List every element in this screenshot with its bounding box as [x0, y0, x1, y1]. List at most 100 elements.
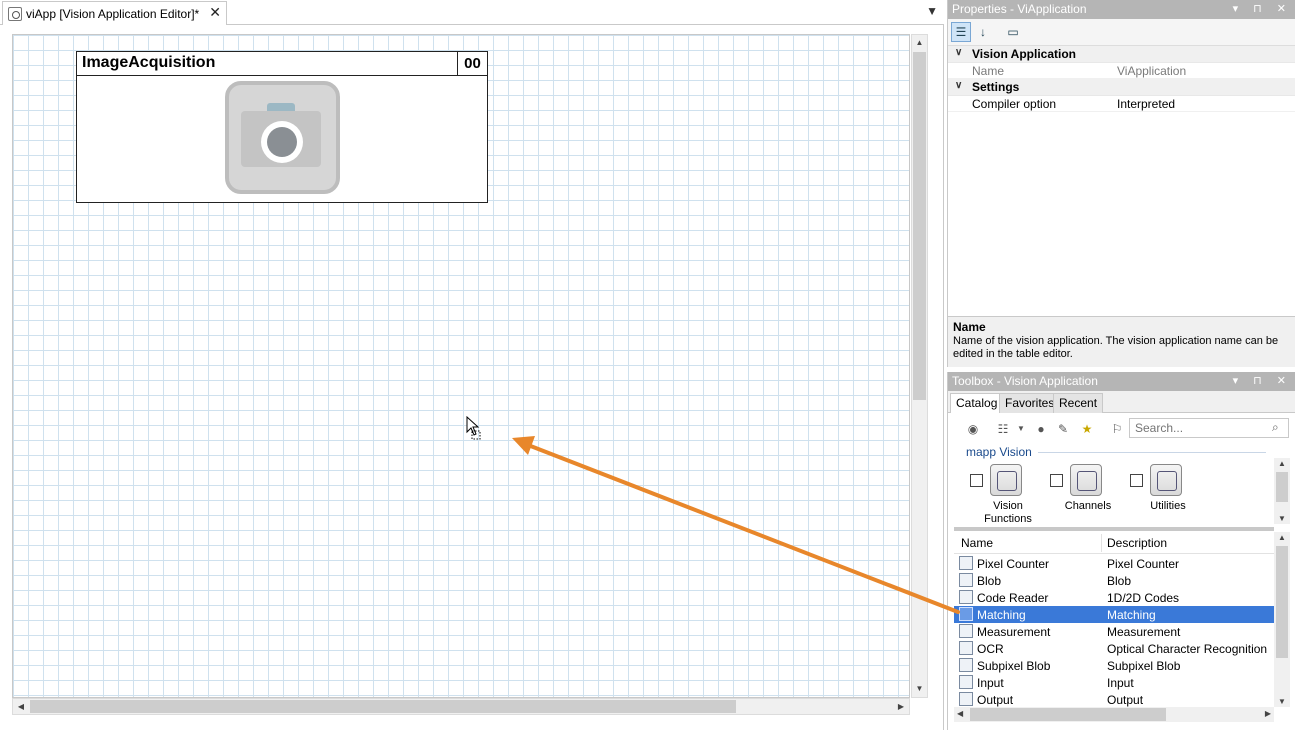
vision-application-editor: viApp [Vision Application Editor]* ✕ ▼ I… — [0, 0, 944, 730]
catalog-item-utilities[interactable]: Utilities — [1130, 464, 1206, 526]
sort-alphabetical-icon[interactable]: ↓ — [973, 22, 993, 42]
scroll-left-icon[interactable]: ◀ — [13, 699, 29, 714]
scroll-thumb[interactable] — [1276, 472, 1288, 502]
scroll-right-icon[interactable]: ▶ — [1265, 709, 1271, 718]
chevron-down-icon[interactable]: ∨ — [955, 80, 962, 91]
chevron-down-icon[interactable]: ▼ — [1012, 420, 1030, 438]
clear-filter-icon[interactable]: ⚐ — [1108, 420, 1126, 438]
checkbox[interactable] — [1050, 474, 1063, 487]
panel-controls[interactable]: ▾ ⊓ ✕ — [1233, 0, 1292, 19]
canvas-horizontal-scrollbar[interactable]: ◀ ▶ — [12, 698, 910, 715]
property-row-name[interactable]: Name ViApplication — [948, 63, 1295, 79]
camera-filter-icon[interactable]: ◉ — [964, 420, 982, 438]
editor-canvas[interactable]: ImageAcquisition 00 — [12, 34, 910, 698]
chevron-down-icon[interactable]: ∨ — [955, 47, 962, 58]
list-vertical-scrollbar[interactable]: ▲ ▼ — [1274, 532, 1290, 707]
scroll-thumb[interactable] — [913, 52, 926, 400]
scroll-thumb[interactable] — [1276, 546, 1288, 658]
catalog-header: mapp Vision — [966, 445, 1032, 459]
list-item[interactable]: Input Input — [954, 674, 1274, 691]
properties-toolbar: ☰ ↓ ▭ — [948, 19, 1295, 46]
output-icon — [959, 692, 973, 706]
toolbox-title-bar: Toolbox - Vision Application ▾ ⊓ ✕ — [948, 372, 1295, 391]
property-pages-icon[interactable]: ▭ — [1003, 22, 1023, 42]
scroll-right-icon[interactable]: ▶ — [893, 699, 909, 714]
subpixel-blob-icon — [959, 658, 973, 672]
column-header-description[interactable]: Description — [1107, 536, 1167, 550]
scroll-down-icon[interactable]: ▼ — [912, 681, 927, 697]
list-item[interactable]: Subpixel Blob Subpixel Blob — [954, 657, 1274, 674]
properties-title: Properties - ViApplication — [952, 2, 1087, 16]
toolbox-title: Toolbox - Vision Application — [952, 374, 1098, 388]
category-settings[interactable]: ∨ Settings — [948, 79, 1295, 96]
tab-catalog[interactable]: Catalog — [950, 393, 1004, 414]
vision-app-icon — [8, 6, 22, 21]
property-row-compiler-option[interactable]: Compiler option Interpreted — [948, 96, 1295, 112]
scroll-up-icon[interactable]: ▲ — [912, 35, 927, 51]
list-header: Name Description — [954, 532, 1274, 554]
panel-controls[interactable]: ▾ ⊓ ✕ — [1233, 372, 1292, 391]
catalog-item-channels[interactable]: Channels — [1050, 464, 1126, 526]
list-item[interactable]: Pixel Counter Pixel Counter — [954, 555, 1274, 572]
camera-icon[interactable]: ● — [1032, 420, 1050, 438]
property-grid: ∨ Vision Application Name ViApplication … — [948, 46, 1295, 112]
star-icon[interactable]: ★ — [1078, 420, 1096, 438]
scroll-thumb[interactable] — [970, 708, 1166, 721]
scroll-thumb[interactable] — [30, 700, 736, 713]
list-item[interactable]: Code Reader 1D/2D Codes — [954, 589, 1274, 606]
scroll-up-icon[interactable]: ▲ — [1278, 459, 1286, 468]
close-icon[interactable]: ✕ — [209, 4, 221, 21]
scroll-left-icon[interactable]: ◀ — [957, 709, 963, 718]
blob-icon — [959, 573, 973, 587]
input-icon — [959, 675, 973, 689]
list-horizontal-scrollbar[interactable]: ◀ ▶ — [954, 707, 1274, 722]
toolbox-panel: Toolbox - Vision Application ▾ ⊓ ✕ Catal… — [947, 372, 1295, 730]
search-icon[interactable]: ⌕ — [1272, 420, 1279, 435]
catalog-item-vision-functions[interactable]: Vision Functions — [970, 464, 1046, 526]
pixel-counter-icon — [959, 556, 973, 570]
document-tabstrip: viApp [Vision Application Editor]* ✕ ▼ — [0, 0, 944, 25]
chevron-down-icon[interactable]: ▼ — [926, 4, 938, 18]
category-vision-application[interactable]: ∨ Vision Application — [948, 46, 1295, 63]
properties-title-bar: Properties - ViApplication ▾ ⊓ ✕ — [948, 0, 1295, 19]
checkbox[interactable] — [1130, 474, 1143, 487]
list-item[interactable]: Output Output — [954, 691, 1274, 708]
column-header-name[interactable]: Name — [961, 536, 993, 550]
drag-cursor-icon — [466, 416, 481, 440]
description-title: Name — [953, 320, 986, 334]
tab-favorites[interactable]: Favorites — [999, 393, 1061, 413]
block-title: ImageAcquisition — [82, 54, 216, 71]
categorized-icon[interactable]: ☰ — [951, 22, 971, 42]
tab-title: viApp [Vision Application Editor]* — [26, 6, 200, 21]
column-separator[interactable] — [1101, 534, 1102, 552]
tools-icon[interactable]: ✎ — [1054, 420, 1072, 438]
list-item-selected[interactable]: Matching Matching — [954, 606, 1274, 623]
tab-viapp[interactable]: viApp [Vision Application Editor]* ✕ — [2, 1, 227, 25]
code-reader-icon — [959, 590, 973, 604]
list-item[interactable]: Measurement Measurement — [954, 623, 1274, 640]
utilities-icon — [1150, 464, 1182, 496]
tab-recent[interactable]: Recent — [1053, 393, 1104, 413]
canvas-vertical-scrollbar[interactable]: ▲ ▼ — [911, 34, 928, 698]
catalog-divider — [1038, 452, 1266, 453]
measurement-icon — [959, 624, 973, 638]
list-item[interactable]: OCR Optical Character Recognition — [954, 640, 1274, 657]
scroll-down-icon[interactable]: ▼ — [1278, 514, 1286, 523]
catalog-scrollbar[interactable]: ▲ ▼ — [1274, 458, 1290, 524]
splitter[interactable] — [954, 527, 1274, 531]
description-text: Name of the vision application. The visi… — [953, 335, 1279, 360]
camera-icon — [225, 81, 340, 194]
channels-icon — [1070, 464, 1102, 496]
checkbox[interactable] — [970, 474, 983, 487]
view-options-icon[interactable]: ☷ — [994, 420, 1012, 438]
function-list: Name Description Pixel Counter Pixel Cou… — [954, 532, 1274, 707]
ocr-icon — [959, 641, 973, 655]
scroll-down-icon[interactable]: ▼ — [1278, 697, 1286, 706]
matching-icon — [959, 607, 973, 621]
list-item[interactable]: Blob Blob — [954, 572, 1274, 589]
scroll-up-icon[interactable]: ▲ — [1278, 533, 1286, 542]
search-input[interactable] — [1129, 418, 1289, 438]
block-id: 00 — [457, 52, 487, 75]
image-acquisition-block[interactable]: ImageAcquisition 00 — [76, 51, 488, 203]
property-description: Name Name of the vision application. The… — [948, 316, 1295, 367]
